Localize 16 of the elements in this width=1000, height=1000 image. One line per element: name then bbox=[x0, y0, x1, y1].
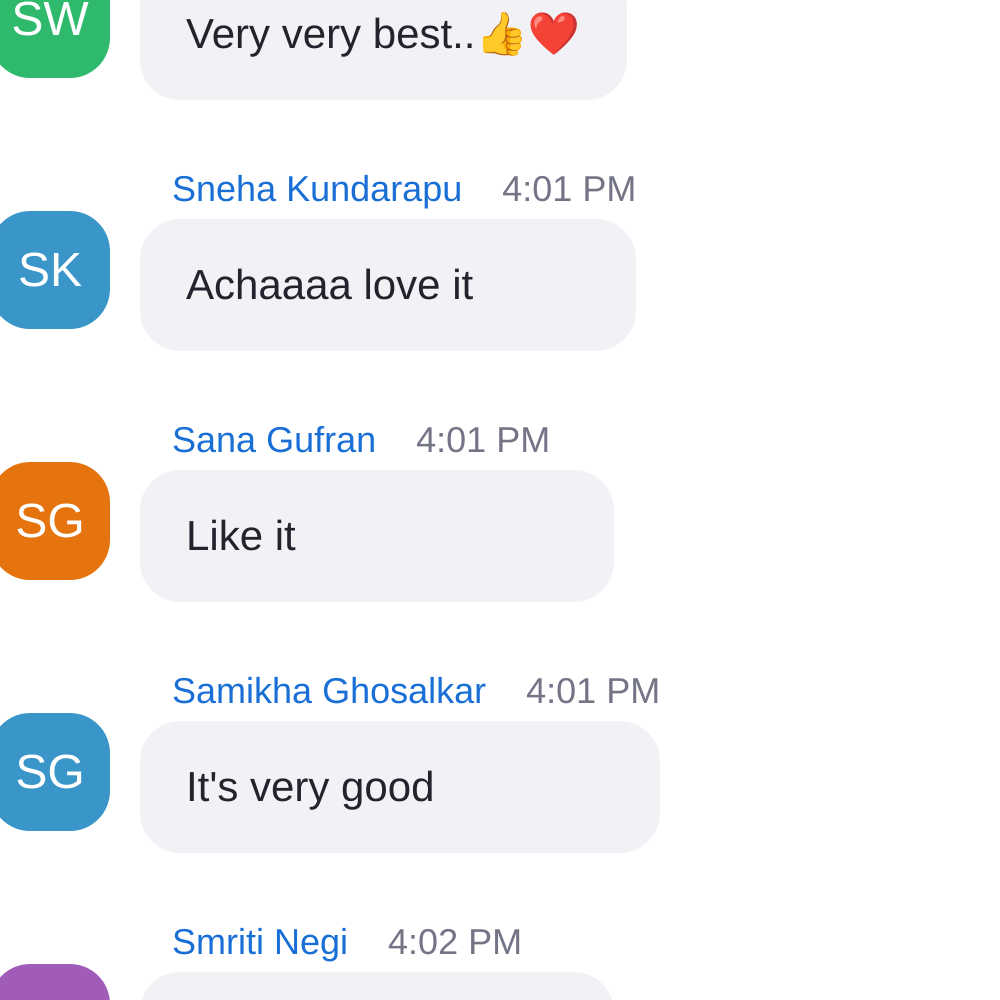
sender-name: Sneha Kundarapu bbox=[172, 168, 462, 210]
message-bubble: Achaaaa love it bbox=[140, 219, 636, 351]
avatar: SK bbox=[0, 211, 110, 329]
avatar: SG bbox=[0, 462, 110, 580]
message-bubble: It's very good bbox=[140, 721, 660, 853]
sender-name: Samikha Ghosalkar bbox=[172, 670, 486, 712]
sender-name: Sana Gufran bbox=[172, 419, 376, 461]
sender-name: Smriti Negi bbox=[172, 921, 348, 963]
avatar: SW bbox=[0, 0, 110, 78]
message-bubble: Like it bbox=[140, 470, 614, 602]
message-time: 4:01 PM bbox=[526, 670, 660, 712]
message-bubble: Very very best..👍❤ bbox=[140, 0, 628, 100]
avatar: SG bbox=[0, 713, 110, 831]
message-time: 4:01 PM bbox=[416, 419, 550, 461]
message-time: 4:02 PM bbox=[388, 921, 522, 963]
message-time: 4:01 PM bbox=[502, 168, 636, 210]
